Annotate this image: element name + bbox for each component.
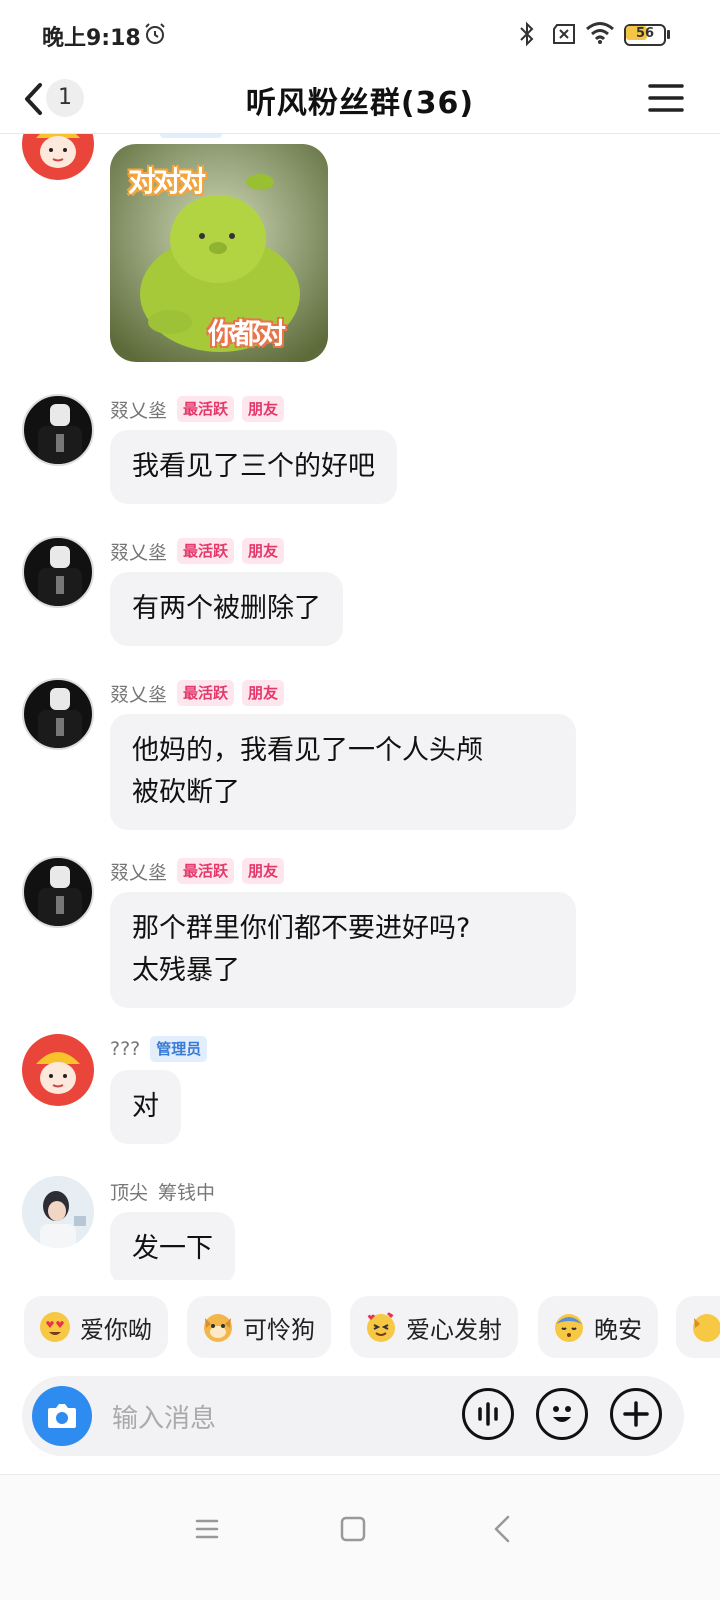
message-bubble[interactable]: 我看见了三个的好吧 [110, 430, 397, 504]
sender-status: 筹钱中 [158, 1181, 216, 1204]
quick-reply-chip[interactable]: 晚安 [538, 1296, 658, 1358]
quick-reply-label: 爱心发射 [406, 1315, 502, 1344]
sender-row: 叕乂烾 最活跃 朋友 [110, 394, 285, 424]
sender-name[interactable]: 叕乂烾 [110, 680, 167, 707]
home-icon[interactable] [333, 1509, 373, 1549]
sticker-text-bottom: 你都对 [208, 317, 286, 350]
message-text: 有两个被删除了 [132, 593, 321, 624]
quick-reply-chip[interactable] [676, 1296, 720, 1358]
message-text: 发一下 [132, 1233, 213, 1264]
alarm-clock-icon [145, 23, 165, 44]
quick-reply-label: 晚安 [594, 1315, 642, 1344]
emoji-icon [693, 1314, 720, 1342]
camera-button[interactable] [32, 1386, 92, 1446]
group-title: 听风粉丝群(36) [245, 86, 475, 121]
plus-icon [623, 1401, 649, 1427]
unread-count-badge: 1 [46, 79, 84, 117]
bluetooth-icon [520, 21, 534, 47]
tag-friend: 朋友 [242, 538, 285, 564]
avatar[interactable] [22, 856, 94, 928]
message-input[interactable]: 输入消息 [112, 1398, 216, 1435]
camera-icon [48, 1404, 76, 1428]
message-text-line: 被砍断了 [132, 777, 240, 808]
voice-wave-icon [478, 1402, 498, 1426]
status-time: 晚上9:18 [42, 26, 141, 51]
sender-name[interactable]: 叕乂烾 [110, 396, 167, 423]
avatar[interactable] [22, 394, 94, 466]
chat-header: 1 听风粉丝群(36) [0, 64, 720, 134]
emoji-button[interactable] [536, 1388, 588, 1440]
more-options-button[interactable] [610, 1388, 662, 1440]
sender-name[interactable]: 顶尖 [110, 1178, 148, 1205]
battery-indicator: 56 [624, 24, 670, 46]
message-text-line: 太残暴了 [132, 955, 240, 986]
sticker-text-top: 对对对 [128, 165, 206, 198]
quick-reply-chip[interactable]: 爱你呦 [24, 1296, 168, 1358]
sender-name[interactable]: 叕乂烾 [110, 538, 167, 565]
message-bubble[interactable]: 那个群里你们都不要进好吗? 太残暴了 [110, 892, 576, 1008]
menu-icon[interactable] [648, 82, 684, 114]
message-text: 我看见了三个的好吧 [132, 451, 375, 482]
dog-face-emoji-icon [204, 1314, 232, 1342]
heart-eyes-emoji-icon [40, 1312, 70, 1342]
tag-most-active: 最活跃 [177, 858, 235, 884]
sender-row: ??? 管理员 [110, 1034, 208, 1064]
sender-row: 叕乂烾 最活跃 朋友 [110, 856, 285, 886]
quick-reply-bar[interactable]: 爱你呦 可怜狗 爱心发射 晚安 [0, 1296, 720, 1358]
message-text-line: 那个群里你们都不要进好吗? [132, 913, 471, 944]
quick-reply-chip[interactable]: 爱心发射 [350, 1296, 518, 1358]
back-arrow-icon [25, 83, 42, 115]
back-button[interactable]: 1 [18, 76, 88, 120]
sender-name[interactable]: 叕乂烾 [110, 858, 167, 885]
tag-fragment [160, 134, 222, 138]
message-bubble[interactable]: 对 [110, 1070, 181, 1144]
tag-most-active: 最活跃 [177, 680, 235, 706]
message-bubble[interactable]: 他妈的，我看见了一个人头颅 被砍断了 [110, 714, 576, 830]
sticker-image[interactable]: 对对对 你都对 [110, 144, 328, 362]
voice-button[interactable] [462, 1388, 514, 1440]
tag-most-active: 最活跃 [177, 538, 235, 564]
smiley-icon [553, 1406, 571, 1422]
avatar[interactable] [22, 536, 94, 608]
tag-friend: 朋友 [242, 680, 285, 706]
quick-reply-label: 爱你呦 [80, 1315, 152, 1344]
avatar[interactable] [22, 1176, 94, 1248]
system-navigation-bar [0, 1474, 720, 1600]
wifi-icon [586, 22, 614, 44]
recent-apps-icon[interactable] [187, 1509, 227, 1549]
status-bar: 晚上9:18 56 [0, 0, 720, 64]
message-list[interactable]: 对对对 你都对 叕乂烾 最活跃 朋友 我看见了三个的好吧 叕乂烾 最活跃 朋友 … [0, 134, 720, 1280]
back-nav-icon[interactable] [483, 1509, 523, 1549]
battery-level: 56 [635, 26, 655, 41]
quick-reply-label: 可怜狗 [243, 1315, 315, 1344]
avatar[interactable] [22, 1034, 94, 1106]
avatar[interactable] [22, 678, 94, 750]
tag-admin: 管理员 [150, 1036, 208, 1062]
message-input-bar: 输入消息 [22, 1376, 684, 1456]
quick-reply-chip[interactable]: 可怜狗 [187, 1296, 331, 1358]
sender-row: 叕乂烾 最活跃 朋友 [110, 536, 285, 566]
avatar[interactable] [22, 134, 94, 180]
sender-row: 顶尖 筹钱中 [110, 1176, 215, 1206]
message-bubble[interactable]: 有两个被删除了 [110, 572, 343, 646]
tag-friend: 朋友 [242, 396, 285, 422]
message-text: 对 [132, 1091, 159, 1122]
tag-friend: 朋友 [242, 858, 285, 884]
message-text-line: 他妈的，我看见了一个人头颅 [132, 735, 483, 766]
hearts-face-emoji-icon [367, 1312, 395, 1342]
tag-most-active: 最活跃 [177, 396, 235, 422]
message-bubble[interactable]: 发一下 [110, 1212, 235, 1280]
no-sim-icon [553, 24, 575, 44]
sender-name[interactable]: ??? [110, 1038, 140, 1060]
sender-row: 叕乂烾 最活跃 朋友 [110, 678, 285, 708]
sleeping-face-emoji-icon [555, 1314, 583, 1342]
